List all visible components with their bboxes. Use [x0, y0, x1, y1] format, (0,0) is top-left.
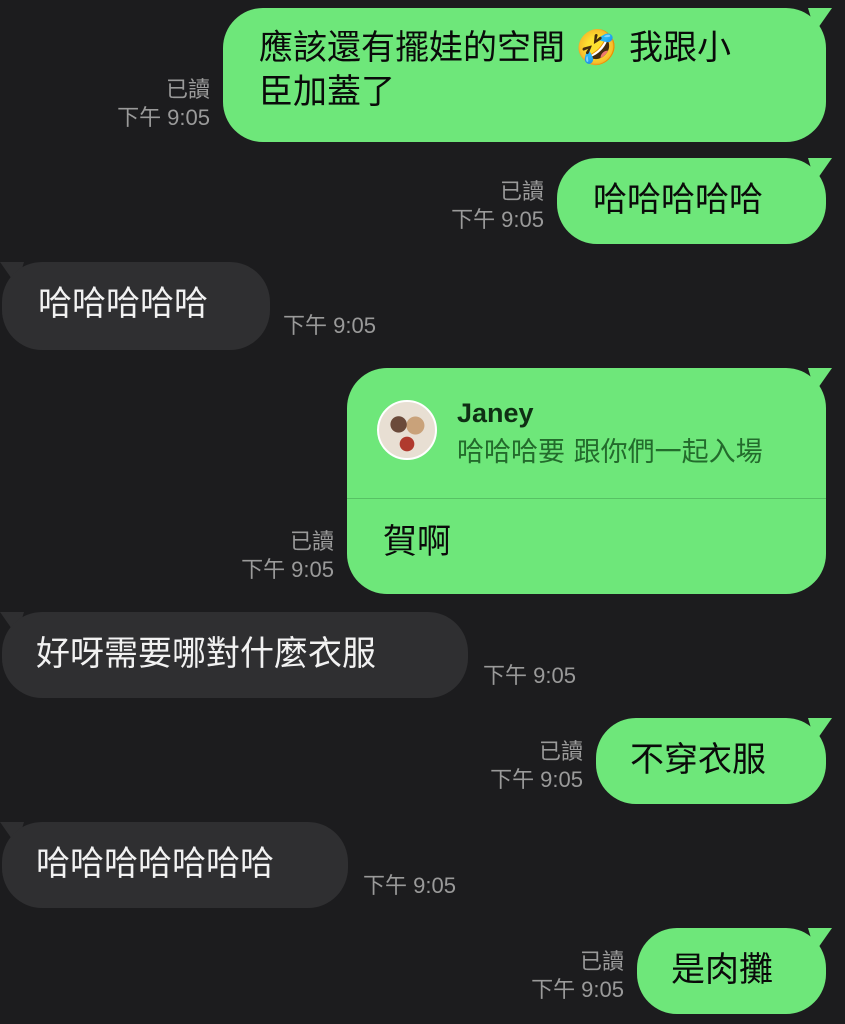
message-bubble-incoming[interactable]: 哈哈哈哈哈哈哈 [2, 822, 348, 908]
read-receipt: 已讀 [538, 739, 583, 764]
message-text: 賀啊 [383, 522, 451, 562]
reply-quoted-text: 哈哈哈要 跟你們一起入場 [457, 437, 763, 468]
message-text: 哈哈哈哈哈哈哈 [36, 844, 274, 884]
avatar-icon [377, 400, 437, 460]
message-text: 不穿衣服 [630, 740, 766, 780]
message-meta: 已讀 下午 9:05 [90, 76, 210, 132]
timestamp: 下午 9:05 [283, 313, 376, 338]
message-text: 好呀需要哪對什麼衣服 [36, 634, 376, 674]
message-meta: 下午 9:05 [363, 872, 503, 900]
message-bubble-incoming[interactable]: 哈哈哈哈哈 [2, 262, 270, 350]
message-bubble-outgoing[interactable]: 是肉攤 [637, 928, 826, 1014]
timestamp: 下午 9:05 [117, 105, 210, 130]
message-bubble-outgoing[interactable]: 不穿衣服 [596, 718, 826, 804]
message-text: 是肉攤 [671, 950, 773, 990]
reply-sender-name: Janey [457, 398, 534, 428]
reply-quote[interactable]: Janey 哈哈哈要 跟你們一起入場 [347, 368, 826, 499]
read-receipt: 已讀 [165, 77, 210, 102]
message-meta: 已讀 下午 9:05 [463, 738, 583, 794]
message-meta: 下午 9:05 [483, 662, 623, 690]
read-receipt: 已讀 [579, 949, 624, 974]
timestamp: 下午 9:05 [531, 977, 624, 1002]
timestamp: 下午 9:05 [483, 663, 576, 688]
read-receipt: 已讀 [499, 179, 544, 204]
timestamp: 下午 9:05 [241, 557, 334, 582]
message-bubble-incoming[interactable]: 好呀需要哪對什麼衣服 [2, 612, 468, 698]
timestamp: 下午 9:05 [490, 767, 583, 792]
message-bubble-outgoing[interactable]: 哈哈哈哈哈 [557, 158, 826, 244]
message-meta: 下午 9:05 [283, 312, 423, 340]
message-text-line: 應該還有擺娃的空間 🤣 我跟小 [259, 28, 731, 68]
message-meta: 已讀 下午 9:05 [214, 528, 334, 584]
timestamp: 下午 9:05 [451, 207, 544, 232]
message-text: 哈哈哈哈哈 [593, 180, 763, 220]
message-meta: 已讀 下午 9:05 [504, 948, 624, 1004]
message-text: 哈哈哈哈哈 [38, 284, 208, 324]
read-receipt: 已讀 [289, 529, 334, 554]
message-meta: 已讀 下午 9:05 [424, 178, 544, 234]
reply-message-bubble[interactable]: Janey 哈哈哈要 跟你們一起入場 賀啊 [347, 368, 826, 594]
message-bubble-outgoing[interactable]: 應該還有擺娃的空間 🤣 我跟小 臣加蓋了 [223, 8, 826, 142]
message-text-line: 臣加蓋了 [259, 72, 395, 112]
chat-screen: 已讀 下午 9:05 應該還有擺娃的空間 🤣 我跟小 臣加蓋了 已讀 下午 9:… [0, 0, 845, 1024]
timestamp: 下午 9:05 [363, 873, 456, 898]
